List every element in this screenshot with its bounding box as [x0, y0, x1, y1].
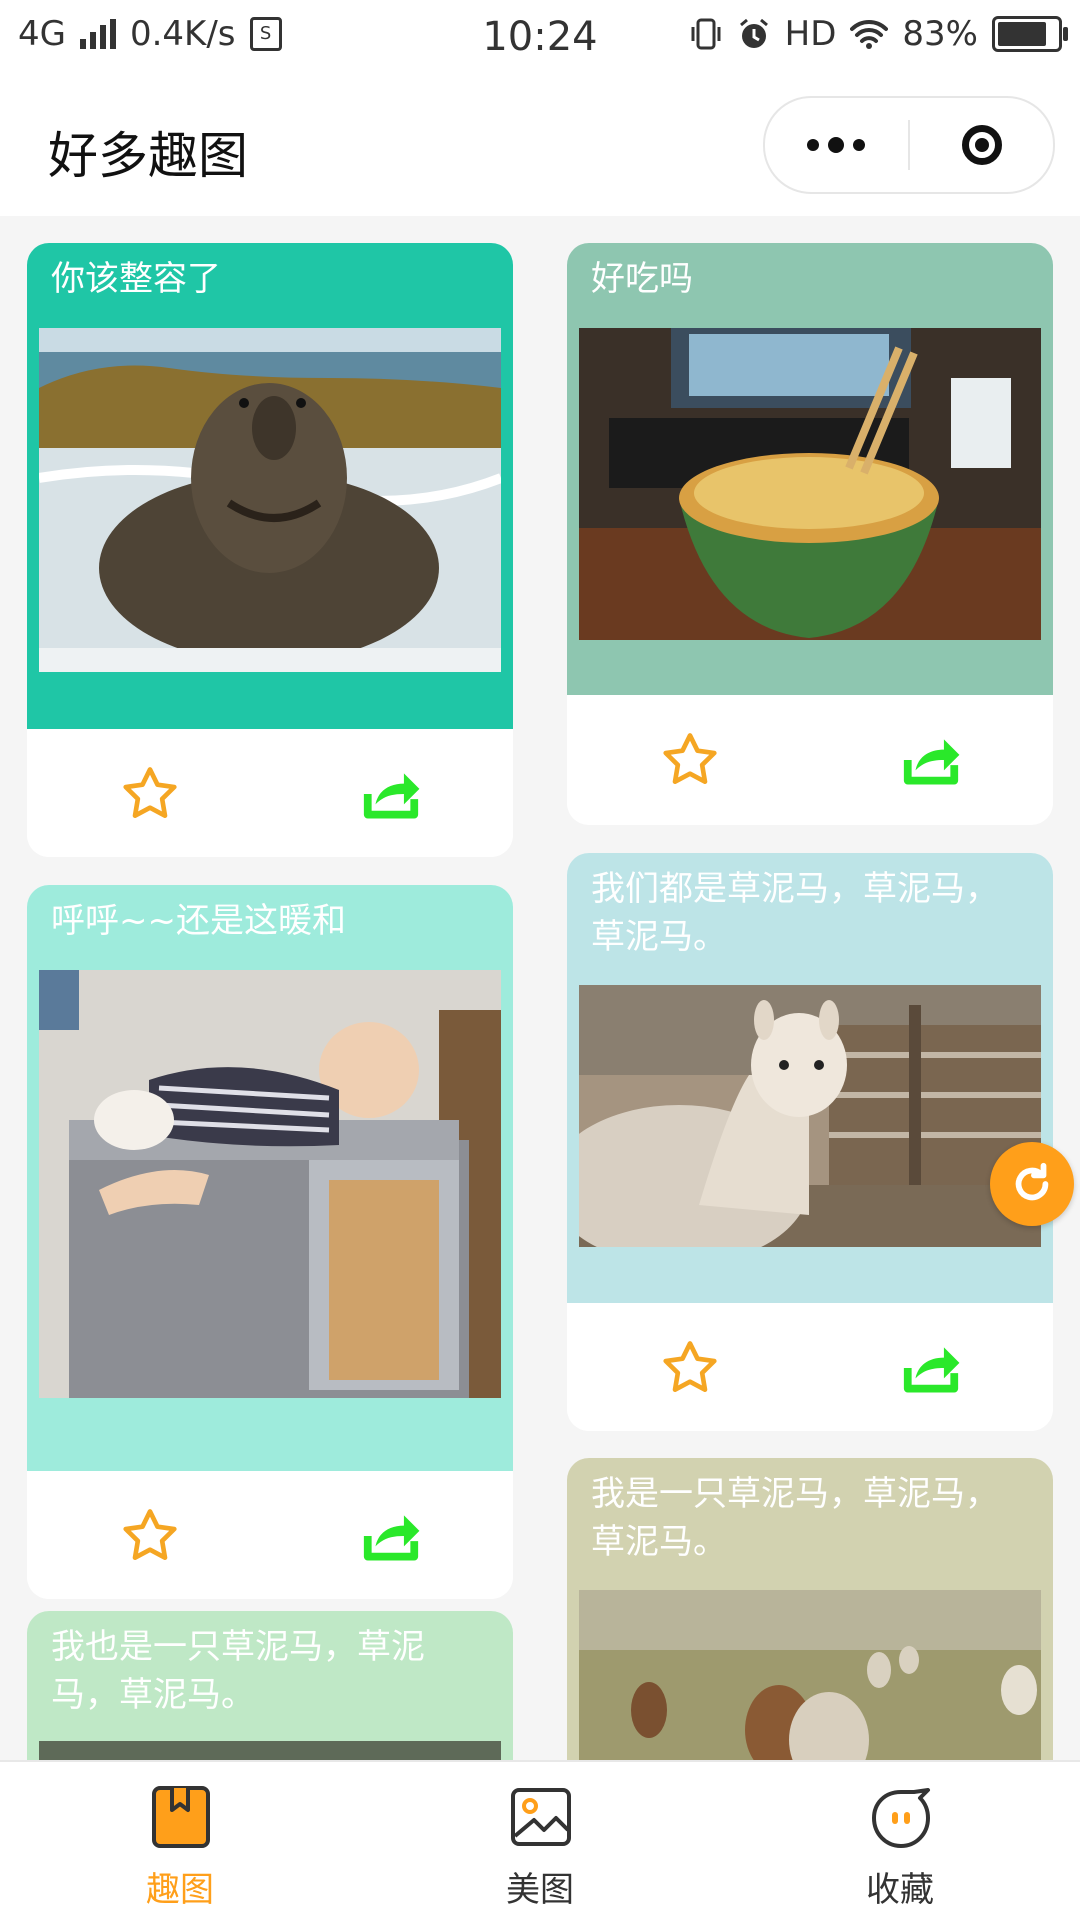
- star-icon[interactable]: [119, 763, 181, 825]
- close-icon: [961, 125, 1002, 165]
- chat-face-icon: [872, 1788, 930, 1848]
- card-caption: 好吃吗: [591, 259, 693, 299]
- card-header: 我是一只草泥马，草泥马，草泥马。: [567, 1458, 1053, 1760]
- star-icon[interactable]: [119, 1505, 181, 1567]
- hd-label: HD: [784, 14, 837, 54]
- book-icon: [152, 1786, 210, 1848]
- card-header: 呼呼~~还是这暖和: [27, 885, 513, 1471]
- meme-card: 好吃吗: [567, 243, 1053, 825]
- star-icon[interactable]: [659, 729, 721, 791]
- alpaca-photo[interactable]: [579, 985, 1041, 1247]
- bottom-tab-bar: 趣图 美图 收藏: [0, 1760, 1080, 1922]
- share-icon[interactable]: [359, 1505, 423, 1567]
- card-actions: [27, 1471, 513, 1599]
- card-caption: 我是一只草泥马，草泥马，草泥马。: [591, 1474, 999, 1562]
- tab-quitu[interactable]: 趣图: [0, 1762, 360, 1922]
- card-actions: [27, 729, 513, 857]
- alpaca-herd-photo[interactable]: [579, 1590, 1041, 1760]
- card-caption: 我们都是草泥马，草泥马，草泥马。: [591, 869, 999, 957]
- share-icon[interactable]: [899, 729, 963, 791]
- status-right: HD 83%: [689, 14, 1068, 54]
- waterfall-feed[interactable]: 你该整容了 好吃吗 呼呼~~还是这暖和 我们都是草泥马，草泥马，草泥马。 我也是…: [0, 216, 1080, 1760]
- baby-on-tv-photo[interactable]: [39, 970, 501, 1398]
- refresh-icon: [1015, 1162, 1049, 1201]
- status-bar: 4G 0.4K/s S 10:24 HD 83%: [0, 0, 1080, 74]
- card-header: 好吃吗: [567, 243, 1053, 695]
- alarm-icon: [739, 18, 768, 48]
- battery-icon: [992, 16, 1068, 52]
- page-title: 好多趣图: [48, 127, 248, 185]
- alpaca-photo-partial[interactable]: [39, 1741, 501, 1760]
- share-icon[interactable]: [899, 1337, 963, 1399]
- card-actions: [567, 1303, 1053, 1431]
- meme-card: 我们都是草泥马，草泥马，草泥马。: [567, 853, 1053, 1431]
- close-button[interactable]: [910, 98, 1053, 192]
- card-actions: [567, 695, 1053, 823]
- meme-card: 我也是一只草泥马，草泥马，草泥马。: [27, 1611, 513, 1760]
- watermelon-noodle-photo[interactable]: [579, 328, 1041, 640]
- card-header: 你该整容了: [27, 243, 513, 729]
- star-icon[interactable]: [659, 1337, 721, 1399]
- tab-label: 美图: [506, 1870, 574, 1910]
- seal-photo[interactable]: [39, 328, 501, 672]
- card-header: 我也是一只草泥马，草泥马，草泥马。: [27, 1611, 513, 1760]
- tab-meitu[interactable]: 美图: [360, 1762, 720, 1922]
- tab-label: 趣图: [146, 1870, 214, 1910]
- card-header: 我们都是草泥马，草泥马，草泥马。: [567, 853, 1053, 1303]
- tab-favorites[interactable]: 收藏: [720, 1762, 1080, 1922]
- meme-card: 你该整容了: [27, 243, 513, 857]
- more-button[interactable]: [765, 98, 907, 192]
- card-caption: 你该整容了: [51, 259, 221, 299]
- meme-card: 呼呼~~还是这暖和: [27, 885, 513, 1599]
- card-caption: 呼呼~~还是这暖和: [51, 901, 346, 941]
- vibrate-icon: [691, 18, 721, 50]
- card-caption: 我也是一只草泥马，草泥马，草泥马。: [51, 1627, 425, 1715]
- tab-label: 收藏: [866, 1870, 934, 1910]
- meme-card: 我是一只草泥马，草泥马，草泥马。: [567, 1458, 1053, 1760]
- battery-percent: 83%: [902, 14, 978, 54]
- app-header: 好多趣图: [0, 74, 1080, 216]
- wifi-icon: [850, 19, 889, 49]
- mini-program-capsule: [763, 96, 1055, 194]
- refresh-button[interactable]: [990, 1142, 1074, 1226]
- image-icon: [511, 1788, 571, 1846]
- share-icon[interactable]: [359, 763, 423, 825]
